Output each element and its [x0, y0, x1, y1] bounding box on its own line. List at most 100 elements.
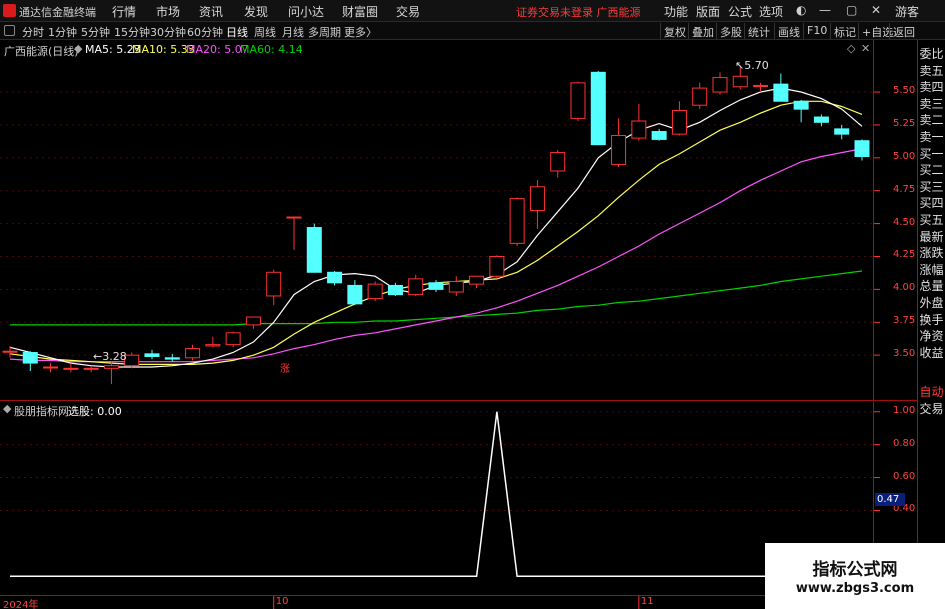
candle-up — [408, 274, 424, 296]
quote-field[interactable]: 卖三 — [918, 96, 945, 113]
candle-up — [611, 118, 627, 168]
candle-body — [428, 282, 444, 290]
quote-field[interactable]: 买一 — [918, 146, 945, 163]
period-tab-5min[interactable]: 5分钟 — [81, 24, 110, 40]
quote-field[interactable]: 买二 — [918, 162, 945, 179]
indicator-series-line — [10, 411, 862, 578]
auto-button[interactable]: 自动 — [918, 384, 945, 401]
watermark-url: www.zbgs3.com — [795, 581, 915, 596]
candle-up — [631, 103, 647, 141]
candle-body — [367, 283, 383, 300]
menu-item-market[interactable]: 市场 — [156, 3, 180, 20]
period-tab-1min[interactable]: 1分钟 — [48, 24, 77, 40]
quote-field[interactable]: 净资 — [918, 328, 945, 345]
candle-body — [773, 83, 789, 102]
period-tab-monthly[interactable]: 月线 — [282, 24, 304, 40]
high-price-label: 5.70 — [744, 59, 769, 72]
indicator-toggle-icon[interactable]: ◆ — [3, 402, 11, 415]
multi-stock-button[interactable]: 多股 — [716, 23, 745, 39]
quote-field[interactable]: 卖二 — [918, 112, 945, 129]
back-button[interactable]: 返回 — [889, 23, 918, 39]
trade-button[interactable]: 交易 — [918, 401, 945, 418]
auto-trade-panel: 自动 交易 — [918, 384, 945, 417]
candle-body — [469, 275, 485, 285]
period-tab-daily[interactable]: 日线 — [226, 24, 248, 40]
indicator-tick-label: 0.80 — [893, 437, 916, 449]
mark-button[interactable]: 标记 — [830, 23, 859, 39]
skin-icon[interactable]: ◐ — [796, 3, 806, 17]
login-status: 证券交易未登录 广西能源 — [516, 6, 641, 19]
candle-body — [225, 332, 241, 346]
quote-field[interactable]: 换手 — [918, 312, 945, 329]
menu-item-trade[interactable]: 交易 — [396, 3, 420, 20]
adjust-button[interactable]: 复权 — [660, 23, 689, 39]
quote-field[interactable]: 买四 — [918, 195, 945, 212]
period-tab-weekly[interactable]: 周线 — [254, 24, 276, 40]
candle-body — [164, 357, 180, 360]
candle-down — [327, 270, 343, 286]
period-tab-multi[interactable]: 多周期 — [308, 24, 341, 40]
candle-body — [63, 367, 79, 370]
draw-line-button[interactable]: 画线 — [774, 23, 803, 39]
period-tab-60min[interactable]: 60分钟 — [187, 24, 223, 40]
indicator-toggle-icon[interactable]: ◆ — [74, 42, 82, 55]
panel-close-icon[interactable]: ✕ — [861, 42, 870, 55]
candles — [2, 65, 870, 385]
period-tab-30min[interactable]: 30分钟 — [150, 24, 186, 40]
menu-item-quotes[interactable]: 行情 — [112, 3, 136, 20]
price-tick-label: 3.50 — [893, 348, 916, 360]
minimize-icon[interactable]: — — [819, 3, 831, 17]
price-tick-label: 3.75 — [893, 315, 916, 327]
candle-down — [387, 282, 403, 296]
quote-field[interactable]: 外盘 — [918, 295, 945, 312]
price-tick-label: 4.25 — [893, 249, 916, 261]
quote-field[interactable]: 涨幅 — [918, 262, 945, 279]
date-tick-label: 10 — [275, 596, 289, 607]
diamond-icon[interactable]: ◇ — [847, 42, 855, 55]
menu-item-layout[interactable]: 版面 — [696, 3, 720, 20]
menu-item-formula[interactable]: 公式 — [728, 3, 752, 20]
menu-item-ask[interactable]: 问小达 — [288, 3, 324, 20]
quote-field[interactable]: 涨跌 — [918, 245, 945, 262]
period-tab-timeshare[interactable]: 分时 — [22, 24, 44, 40]
f10-button[interactable]: F10 — [803, 23, 830, 39]
candle-body — [834, 128, 850, 135]
close-icon[interactable]: ✕ — [871, 3, 881, 17]
candle-up — [489, 255, 505, 279]
candle-up — [103, 361, 119, 385]
maximize-icon[interactable]: ▢ — [846, 3, 857, 17]
chart-area[interactable]: 广西能源(日线) ◆ MA5: 5.23 MA10: 5.33 MA20: 5.… — [0, 40, 945, 609]
date-tick-label: 2024年 — [3, 600, 39, 609]
ma20-line — [9, 148, 863, 363]
quote-field[interactable]: 买五 — [918, 212, 945, 229]
quote-field[interactable]: 卖一 — [918, 129, 945, 146]
menu-item-discover[interactable]: 发现 — [244, 3, 268, 20]
quote-field[interactable]: 卖四 — [918, 79, 945, 96]
menu-item-news[interactable]: 资讯 — [199, 3, 223, 20]
toggle-panel-icon[interactable] — [4, 25, 15, 36]
watermark: 指标公式网 www.zbgs3.com — [765, 543, 945, 609]
quote-field[interactable]: 最新 — [918, 229, 945, 246]
quote-field[interactable]: 卖五 — [918, 63, 945, 80]
period-toolbar: 分时 1分钟 5分钟 15分钟 30分钟 60分钟 日线 周线 月线 多周期 更… — [0, 22, 945, 40]
overlay-button[interactable]: 叠加 — [688, 23, 717, 39]
period-tab-more[interactable]: 更多〉 — [344, 24, 377, 40]
quote-field[interactable]: 收益 — [918, 345, 945, 362]
kline-chart[interactable] — [0, 40, 945, 609]
candle-body — [712, 77, 728, 93]
menu-item-function[interactable]: 功能 — [664, 3, 688, 20]
indicator-grid — [0, 411, 880, 511]
candle-up — [205, 336, 221, 348]
quote-field[interactable]: 买三 — [918, 179, 945, 196]
menu-item-options[interactable]: 选项 — [759, 3, 783, 20]
quote-field[interactable]: 委比 — [918, 46, 945, 63]
statistics-button[interactable]: 统计 — [744, 23, 773, 39]
candle-down — [834, 124, 850, 140]
quote-field[interactable]: 总量 — [918, 278, 945, 295]
guest-user[interactable]: 游客 — [895, 3, 919, 20]
menu-item-wealth[interactable]: 财富圈 — [342, 3, 378, 20]
period-tab-15min[interactable]: 15分钟 — [114, 24, 150, 40]
candle-body — [651, 131, 667, 140]
candle-up — [712, 72, 728, 95]
candle-down — [22, 351, 38, 371]
